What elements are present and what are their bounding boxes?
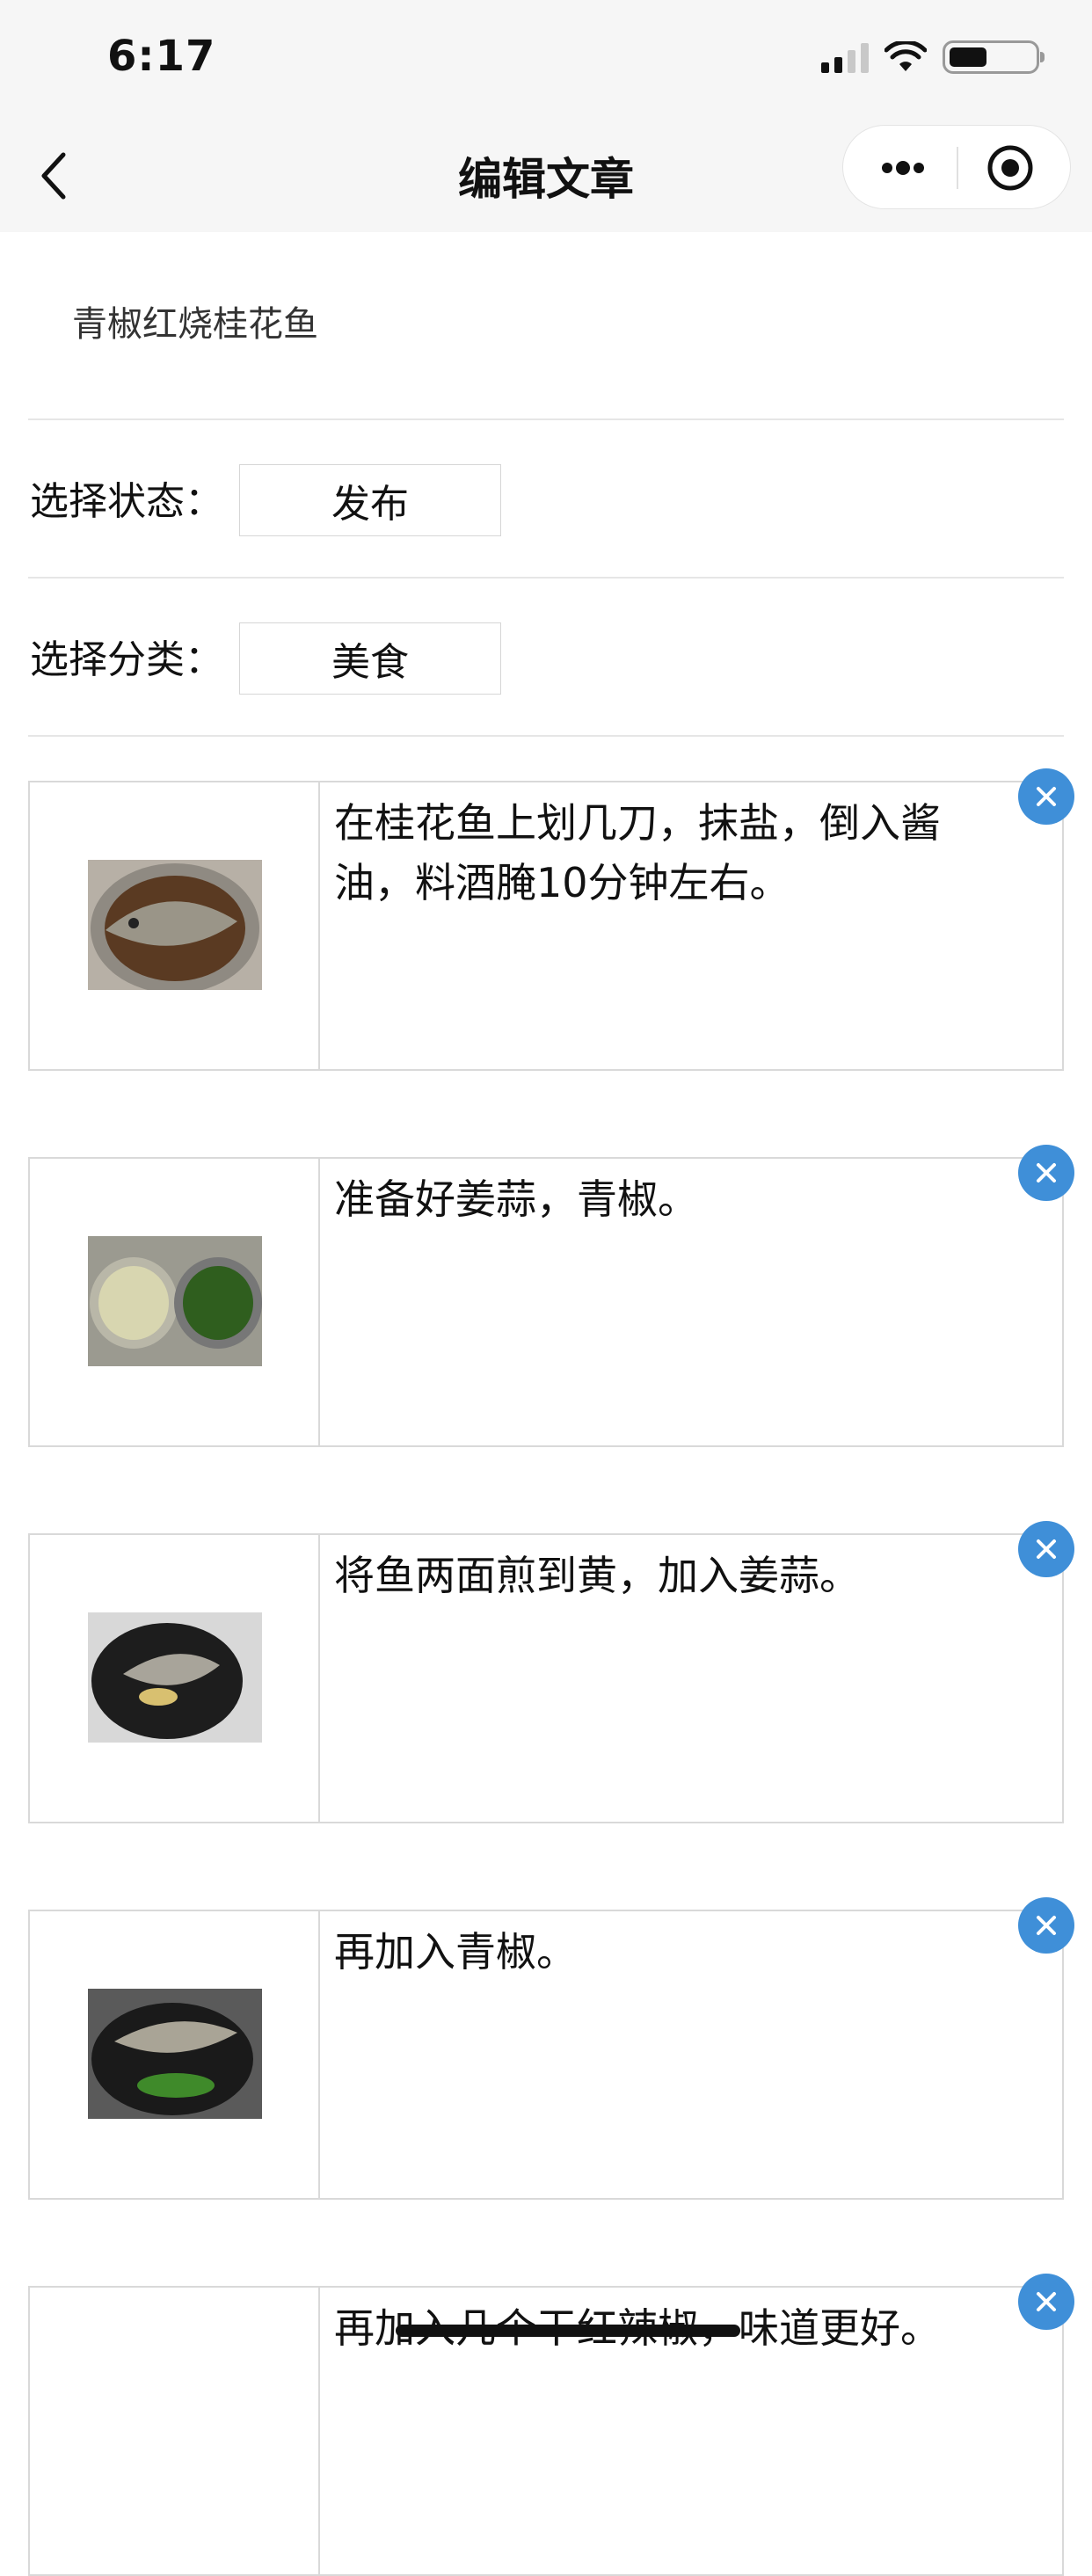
navigation-bar: 编辑文章: [0, 116, 1092, 232]
step-text[interactable]: 将鱼两面煎到黄，加入姜蒜。: [334, 1546, 1009, 1605]
mini-program-capsule: [842, 125, 1071, 209]
status-picker[interactable]: 发布: [239, 464, 501, 536]
status-bar: 6:17: [0, 0, 1092, 116]
divider: [28, 577, 1064, 579]
close-icon: [1037, 1539, 1056, 1559]
battery-icon: [943, 40, 1045, 74]
close-icon: [1037, 1916, 1056, 1935]
close-icon: [1037, 1163, 1056, 1182]
step-card: 准备好姜蒜，青椒。: [28, 1157, 1064, 1447]
category-label: 选择分类：: [30, 637, 223, 682]
status-icons: [821, 40, 1045, 74]
step-image-cell[interactable]: [30, 1911, 320, 2198]
step-card: 再加入青椒。: [28, 1910, 1064, 2200]
step-text[interactable]: 准备好姜蒜，青椒。: [334, 1169, 1009, 1229]
step-image-cell[interactable]: [30, 1535, 320, 1822]
more-icon[interactable]: [878, 149, 928, 187]
delete-step-button[interactable]: [1018, 1897, 1074, 1954]
status-label: 选择状态：: [30, 479, 223, 524]
step-text[interactable]: 在桂花鱼上划几刀，抹盐，倒入酱油，料酒腌10分钟左右。: [334, 793, 1009, 913]
home-indicator[interactable]: [396, 2325, 740, 2337]
category-picker[interactable]: 美食: [239, 622, 501, 695]
step-text[interactable]: 再加入青椒。: [334, 1922, 1009, 1982]
delete-step-button[interactable]: [1018, 1521, 1074, 1577]
wifi-icon: [885, 41, 927, 71]
step-card: 将鱼两面煎到黄，加入姜蒜。: [28, 1533, 1064, 1823]
step-photo: [88, 1989, 262, 2119]
close-icon: [1037, 2292, 1056, 2311]
delete-step-button[interactable]: [1018, 1145, 1074, 1201]
article-title-input[interactable]: 青椒红烧桂花鱼: [72, 295, 318, 346]
step-image-cell[interactable]: [30, 782, 320, 1069]
step-card: 在桂花鱼上划几刀，抹盐，倒入酱油，料酒腌10分钟左右。: [28, 781, 1064, 1071]
close-target-icon[interactable]: [986, 143, 1035, 193]
divider: [28, 735, 1064, 737]
step-image-cell[interactable]: [30, 2288, 320, 2574]
step-image-cell[interactable]: [30, 1159, 320, 1445]
delete-step-button[interactable]: [1018, 768, 1074, 825]
step-photo: [88, 1612, 262, 1743]
status-time: 6:17: [107, 32, 216, 81]
delete-step-button[interactable]: [1018, 2274, 1074, 2330]
divider: [28, 418, 1064, 420]
signal-icon: [821, 41, 869, 73]
close-icon: [1037, 787, 1056, 806]
capsule-divider: [957, 147, 958, 189]
step-photo: [88, 1236, 262, 1366]
step-photo: [88, 860, 262, 990]
